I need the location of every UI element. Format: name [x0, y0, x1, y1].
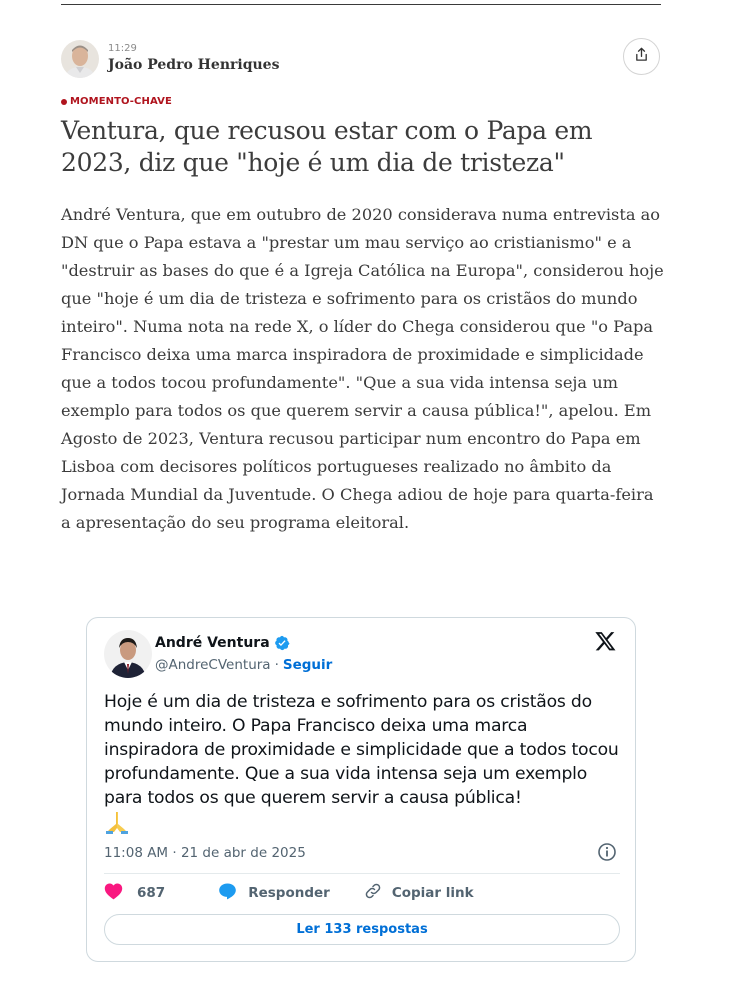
top-divider	[61, 4, 661, 5]
reply-bubble-icon	[218, 882, 237, 904]
link-icon	[364, 882, 382, 904]
tweet-divider	[104, 873, 620, 874]
embedded-tweet[interactable]: André Ventura @AndreCVentura · Seguir Ho…	[86, 617, 636, 962]
info-icon[interactable]	[597, 842, 617, 866]
tag-label: MOMENTO-CHAVE	[70, 96, 172, 107]
author-avatar	[61, 40, 99, 78]
x-logo-icon[interactable]	[594, 630, 617, 656]
author-name[interactable]: João Pedro Henriques	[108, 55, 279, 75]
share-icon	[634, 47, 649, 66]
handle-separator: ·	[274, 657, 279, 673]
key-moment-tag: MOMENTO-CHAVE	[61, 96, 172, 107]
tweet-author-name[interactable]: André Ventura	[155, 635, 270, 651]
tweet-actions: 687 Responder Copiar link	[104, 883, 474, 903]
author-block: 11:29 João Pedro Henriques	[61, 38, 279, 80]
like-count: 687	[137, 885, 166, 901]
tag-dot	[61, 98, 67, 105]
reply-label: Responder	[248, 885, 330, 901]
heart-icon	[104, 882, 123, 904]
article-headline: Ventura, que recusou estar com o Papa em…	[61, 116, 593, 177]
verified-badge-icon	[274, 635, 290, 651]
like-button[interactable]: 687	[104, 882, 165, 904]
tweet-avatar[interactable]	[104, 630, 152, 678]
follow-button[interactable]: Seguir	[283, 657, 332, 673]
tweet-timestamp[interactable]: 11:08 AM · 21 de abr de 2025	[104, 845, 306, 861]
copy-link-button[interactable]: Copiar link	[354, 882, 474, 904]
tweet-text: Hoje é um dia de tristeza e sofrimento p…	[104, 692, 619, 808]
post-time: 11:29	[108, 43, 137, 54]
copy-link-label: Copiar link	[391, 885, 474, 901]
reply-button[interactable]: Responder	[207, 882, 330, 904]
share-button[interactable]	[623, 38, 660, 75]
article-body: André Ventura, que em outubro de 2020 co…	[61, 205, 664, 532]
read-replies-button[interactable]: Ler 133 respostas	[104, 914, 620, 945]
tweet-handle[interactable]: @AndreCVentura	[155, 657, 271, 673]
praying-hands-emoji	[104, 810, 130, 838]
